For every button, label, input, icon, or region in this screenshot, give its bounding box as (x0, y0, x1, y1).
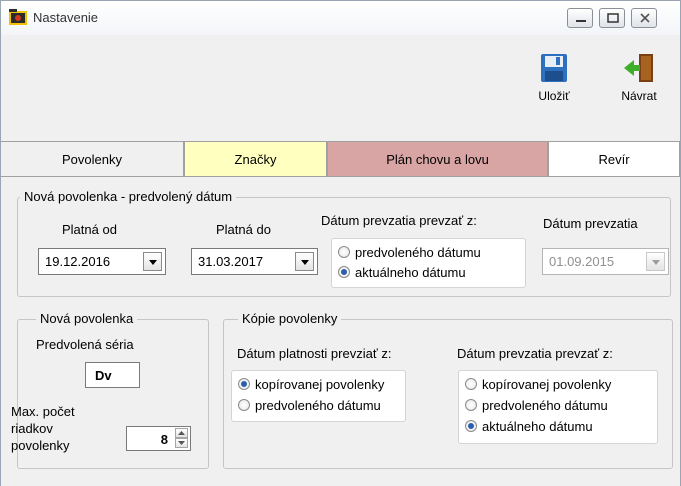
radio-label: kopírovanej povolenky (482, 377, 612, 392)
radio-label: aktuálneho dátumu (482, 419, 593, 434)
radio-label: predvoleného dátumu (355, 245, 481, 260)
takeover-copies-options: kopírovanej povolenky predvoleného dátum… (458, 370, 658, 444)
radio-label: kopírovanej povolenky (255, 377, 385, 392)
radio-dot (465, 420, 477, 432)
app-icon (8, 7, 28, 27)
valid-from-combo[interactable]: 19.12.2016 (38, 248, 166, 275)
max-rows-stepper[interactable]: 8 (126, 426, 191, 451)
valid-to-value: 31.03.2017 (198, 254, 264, 269)
valid-to-combo[interactable]: 31.03.2017 (191, 248, 318, 275)
chevron-down-icon[interactable] (143, 252, 162, 271)
takeover-copies-label: Dátum prevzatia prevzať z: (457, 346, 613, 361)
minimize-button[interactable] (567, 8, 593, 28)
tab-label: Plán chovu a lovu (386, 152, 489, 167)
spin-up-arrow-icon[interactable] (175, 428, 188, 438)
tab-content-povolenky: Nová povolenka - predvolený dátum Platná… (1, 176, 680, 486)
group-new-permit: Nová povolenka Predvolená séria Dv Max. … (11, 311, 209, 469)
series-label: Predvolená séria (36, 337, 134, 352)
tab-povolenky[interactable]: Povolenky (1, 141, 184, 177)
takeover-date-label: Dátum prevzatia (543, 216, 638, 231)
radio-default-date[interactable]: predvoleného dátumu (338, 245, 481, 260)
back-button[interactable]: Návrat (615, 53, 663, 103)
radio-validity-default[interactable]: predvoleného dátumu (238, 398, 381, 413)
group-legend: Nová povolenka - predvolený dátum (20, 189, 237, 204)
max-rows-label-line2: riadkov (11, 421, 53, 436)
takeover-date-value: 01.09.2015 (549, 254, 615, 269)
tab-bar: Povolenky Značky Plán chovu a lovu Revír (1, 141, 680, 177)
spin-down-arrow-icon[interactable] (175, 438, 188, 448)
chevron-down-icon[interactable] (295, 252, 314, 271)
takeover-source-label: Dátum prevzatia prevzať z: (321, 213, 477, 228)
group-permit-copies: Kópie povolenky Dátum platnosti prevziať… (223, 311, 673, 469)
title-bar: Nastavenie (1, 1, 680, 35)
takeover-source-options: predvoleného dátumu aktuálneho dátumu (331, 238, 526, 288)
radio-label: predvoleného dátumu (482, 398, 608, 413)
valid-to-label: Platná do (216, 222, 271, 237)
radio-takeover-current[interactable]: aktuálneho dátumu (465, 419, 593, 434)
radio-takeover-copied[interactable]: kopírovanej povolenky (465, 377, 611, 392)
group-legend: Nová povolenka (36, 311, 138, 326)
save-label: Uložiť (538, 89, 570, 103)
radio-takeover-default[interactable]: predvoleného dátumu (465, 398, 608, 413)
radio-label: aktuálneho dátumu (355, 265, 466, 280)
tab-plan-chovu-a-lovu[interactable]: Plán chovu a lovu (327, 141, 548, 177)
tab-revir[interactable]: Revír (548, 141, 680, 177)
window-title: Nastavenie (33, 10, 99, 25)
max-rows-value: 8 (160, 432, 168, 447)
radio-dot (238, 399, 250, 411)
series-value: Dv (95, 368, 112, 383)
max-rows-label-line3: povolenky (11, 438, 70, 453)
group-new-permit-date: Nová povolenka - predvolený dátum Platná… (17, 189, 671, 297)
tab-label: Značky (234, 152, 277, 167)
back-label: Návrat (621, 89, 657, 103)
radio-dot (338, 246, 350, 258)
valid-from-label: Platná od (62, 222, 117, 237)
save-button[interactable]: Uložiť (534, 53, 574, 103)
tab-label: Povolenky (62, 152, 122, 167)
radio-dot (338, 266, 350, 278)
radio-dot (238, 378, 250, 390)
settings-window: Nastavenie Uložiť Návrat Povolenky Značk… (0, 0, 681, 486)
close-icon (640, 13, 650, 23)
radio-current-date[interactable]: aktuálneho dátumu (338, 265, 466, 280)
minimize-icon (576, 20, 586, 22)
radio-label: predvoleného dátumu (255, 398, 381, 413)
radio-dot (465, 399, 477, 411)
validity-source-label: Dátum platnosti prevziať z: (237, 346, 392, 361)
tab-znacky[interactable]: Značky (184, 141, 327, 177)
tab-label: Revír (598, 152, 630, 167)
max-rows-label-line1: Max. počet (11, 404, 75, 419)
group-legend: Kópie povolenky (238, 311, 342, 326)
chevron-down-icon (646, 252, 665, 271)
valid-from-value: 19.12.2016 (45, 254, 111, 269)
maximize-button[interactable] (599, 8, 625, 28)
validity-source-options: kopírovanej povolenky predvoleného dátum… (231, 370, 406, 422)
maximize-icon (607, 13, 619, 23)
exit-door-icon (624, 54, 653, 82)
radio-dot (465, 378, 477, 390)
floppy-disk-icon (541, 54, 567, 82)
takeover-date-combo: 01.09.2015 (542, 248, 669, 275)
toolbar: Uložiť Návrat (1, 35, 680, 133)
radio-validity-copied[interactable]: kopírovanej povolenky (238, 377, 384, 392)
close-button[interactable] (631, 8, 657, 28)
series-input[interactable]: Dv (85, 362, 140, 388)
